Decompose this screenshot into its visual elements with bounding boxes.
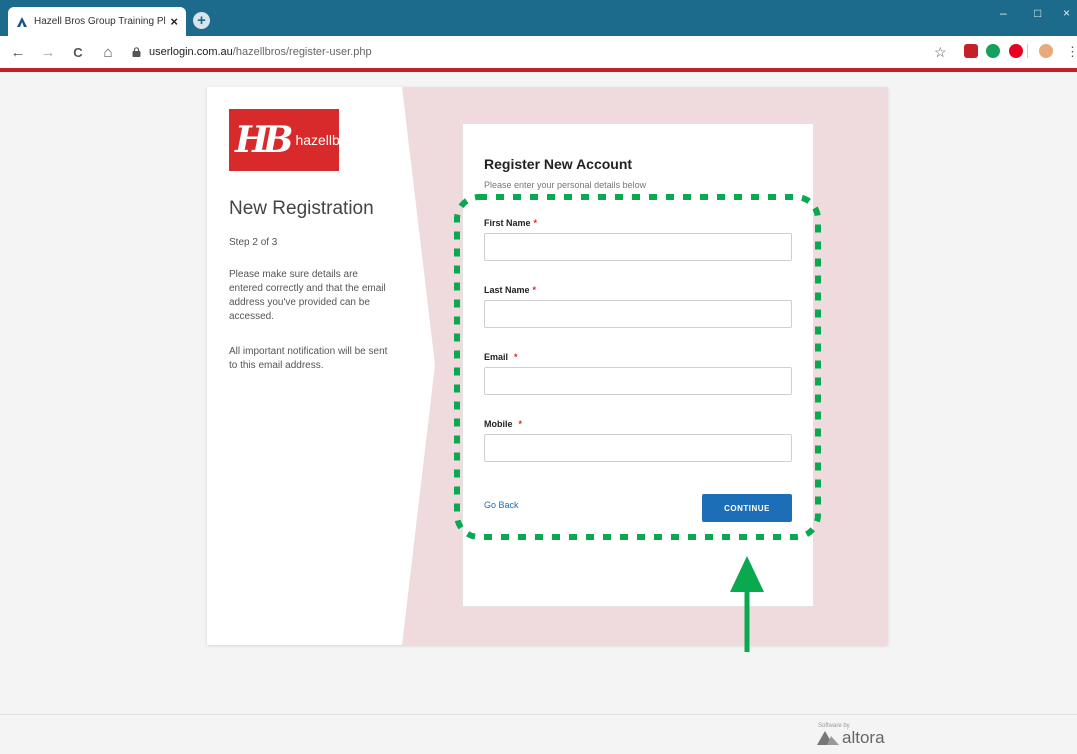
back-arrow-icon[interactable]: ← [10,44,26,61]
tab-close-icon[interactable]: × [170,14,178,29]
browser-menu-icon[interactable]: ⋮ [1066,44,1077,60]
continue-button[interactable]: CONTINUE [702,494,792,522]
new-tab-button[interactable]: + [193,12,210,29]
first-name-label-text: First Name [484,218,531,228]
browser-tab[interactable]: Hazell Bros Group Training Platfo × [8,7,186,36]
lock-icon [132,47,141,57]
altora-favicon-icon [17,16,27,27]
register-form: Register New Account Please enter your p… [462,123,814,607]
registration-card: HB hazellbros New Registration Step 2 of… [207,87,888,645]
close-window-icon[interactable]: × [1063,6,1070,20]
last-name-label-text: Last Name [484,285,530,295]
notification-paragraph: All important notification will be sent … [229,346,388,371]
forward-arrow-icon[interactable]: → [40,44,56,61]
mobile-label: Mobile * [484,419,522,429]
instructions-paragraph: Please make sure details are entered cor… [229,269,386,322]
toolbar-divider [1027,44,1028,58]
required-asterisk: * [532,285,537,295]
maximize-icon[interactable]: □ [1034,6,1041,20]
footer-divider [0,714,1077,715]
url-text: userlogin.com.au/hazellbros/register-use… [149,46,372,58]
logo-mark: HB [235,119,294,161]
logo-text: hazellbros [295,132,360,148]
mobile-input[interactable] [484,434,792,462]
url-path: /hazellbros/register-user.php [232,46,372,58]
form-title: Register New Account [484,156,633,172]
last-name-input[interactable] [484,300,792,328]
browser-tabstrip: Hazell Bros Group Training Platfo × + – … [0,0,1077,36]
required-asterisk: * [514,352,518,362]
address-bar[interactable]: userlogin.com.au/hazellbros/register-use… [132,40,372,64]
hazellbros-logo: HB hazellbros [229,109,359,171]
browser-toolbar: ← → C ⌂ userlogin.com.au/hazellbros/regi… [0,36,1077,68]
form-subtitle: Please enter your personal details below [484,180,647,190]
altora-brand-text: altora [842,728,885,747]
home-icon[interactable]: ⌂ [100,44,116,61]
profile-avatar[interactable] [1039,44,1053,58]
url-host: userlogin.com.au [149,46,233,58]
pinterest-icon[interactable] [1009,44,1023,58]
grammarly-icon[interactable] [986,44,1000,58]
step-indicator: Step 2 of 3 [229,237,278,248]
registration-title: New Registration [229,198,374,219]
first-name-label: First Name * [484,218,537,228]
tab-title: Hazell Bros Group Training Platfo [34,16,166,27]
required-asterisk: * [518,419,523,429]
email-label: Email * [484,352,518,362]
email-input[interactable] [484,367,792,395]
last-name-label: Last Name * [484,285,536,295]
required-asterisk: * [533,218,538,228]
minimize-icon[interactable]: – [1000,6,1007,20]
first-name-input[interactable] [484,233,792,261]
mobile-label-text: Mobile [484,419,513,429]
page-body: HB hazellbros New Registration Step 2 of… [0,72,1077,754]
bookmark-star-icon[interactable]: ☆ [934,44,947,61]
altora-footer-logo: altora [817,728,885,748]
email-label-text: Email [484,352,509,362]
reload-icon[interactable]: C [70,45,86,60]
pdf-icon[interactable] [964,44,978,58]
altora-logo-icon [817,731,839,745]
go-back-link[interactable]: Go Back [484,500,519,510]
